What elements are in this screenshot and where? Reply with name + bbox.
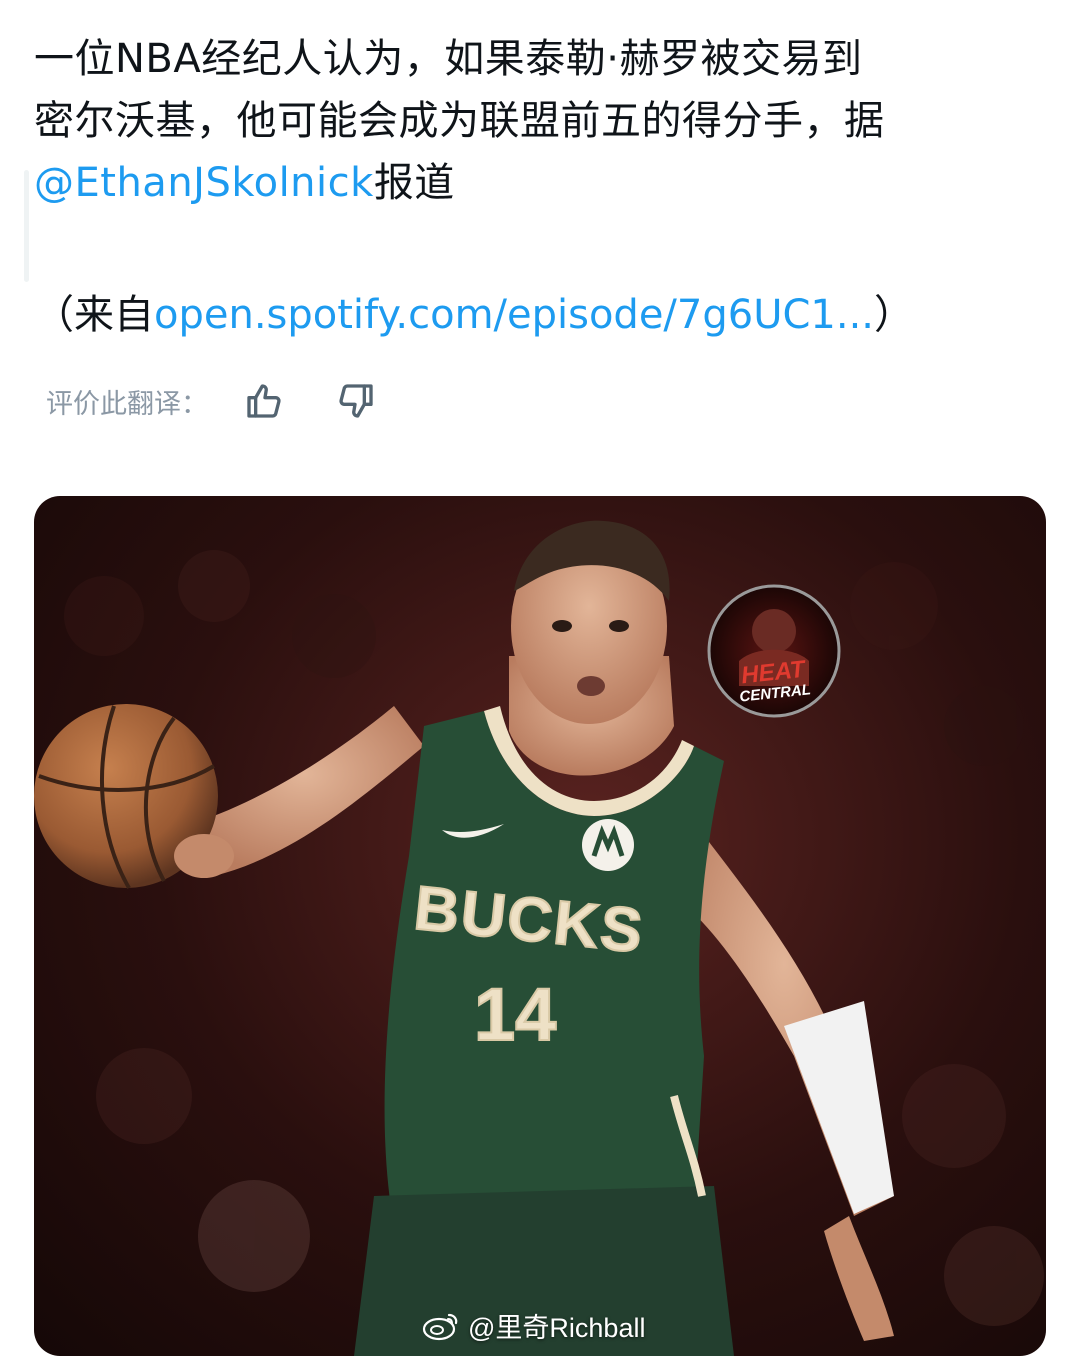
post-photo[interactable]: BUCKS 14 HEAT CENTRAL — [34, 496, 1046, 1356]
rating-label: 评价此翻译： — [46, 388, 208, 420]
weibo-icon — [422, 1313, 458, 1340]
source-link[interactable]: open.spotify.com/episode/7g6UC1... — [154, 292, 874, 338]
source-prefix: （来自 — [34, 292, 154, 338]
post-text-line-3: @EthanJSkolnick报道 — [34, 152, 1034, 214]
source-suffix: ） — [874, 292, 914, 338]
mention-link[interactable]: @EthanJSkolnick — [34, 160, 374, 206]
post-text-line-2: 密尔沃基，他可能会成为联盟前五的得分手，据 — [34, 98, 885, 144]
jersey-number: 14 — [473, 972, 557, 1057]
watermark-text: @里奇Richball — [468, 1313, 646, 1343]
post-text: 一位NBA经纪人认为，如果泰勒·赫罗被交易到 密尔沃基，他可能会成为联盟前五的得… — [34, 28, 1034, 214]
thumbs-down-icon[interactable] — [334, 379, 378, 423]
thumbs-up-icon[interactable] — [242, 379, 286, 423]
post-text-line-1: 一位NBA经纪人认为，如果泰勒·赫罗被交易到 — [34, 36, 863, 82]
quote-bar — [24, 170, 29, 282]
translation-rating-row: 评价此翻译： — [46, 378, 378, 424]
source-line: （来自open.spotify.com/episode/7g6UC1...） — [34, 284, 1054, 346]
watermark: @里奇Richball — [422, 1306, 645, 1345]
post-text-line-3-suffix: 报道 — [373, 160, 455, 206]
